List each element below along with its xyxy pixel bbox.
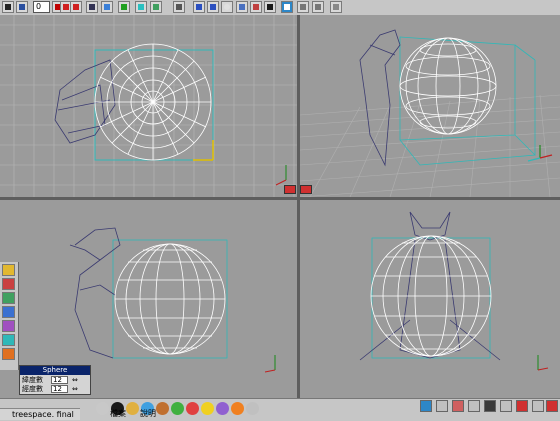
frame-field[interactable]: 0 [33, 1, 50, 13]
viewport-perspective[interactable] [300, 15, 560, 197]
grid-icon[interactable] [86, 1, 98, 13]
panel-title: Sphere [20, 366, 90, 375]
status-bar: treespace. final [0, 408, 80, 420]
viewport-back[interactable] [300, 200, 560, 398]
layers-icon[interactable] [101, 1, 113, 13]
lasso-tool-icon[interactable] [436, 400, 448, 412]
longitude-field[interactable]: 12 [51, 385, 68, 393]
plane-primitive-icon[interactable] [171, 402, 184, 415]
door-icon[interactable] [330, 1, 342, 13]
folder-icon[interactable] [2, 264, 15, 276]
tree-icon[interactable] [2, 292, 15, 304]
viewport-maximize-button[interactable] [284, 185, 296, 194]
light-primitive-icon[interactable] [201, 402, 214, 415]
text-primitive-icon[interactable] [186, 402, 199, 415]
scale-icon[interactable] [264, 1, 276, 13]
main-toolbar: 0 [0, 0, 560, 16]
material-icon[interactable] [2, 320, 15, 332]
select-tool-icon[interactable] [420, 400, 432, 412]
camera-primitive-icon[interactable] [216, 402, 229, 415]
left-toolbar [0, 262, 19, 370]
viewport-back-canvas [359, 211, 549, 371]
viewport-render-button[interactable] [300, 185, 312, 194]
zoom-view-icon[interactable] [500, 400, 512, 412]
cone-primitive-icon[interactable] [156, 402, 169, 415]
latitude-spinner[interactable]: ⇔ [72, 376, 81, 384]
longitude-spinner[interactable]: ⇔ [72, 385, 81, 393]
render-icon[interactable] [2, 278, 15, 290]
motion-icon[interactable] [193, 1, 205, 13]
move-icon[interactable] [236, 1, 248, 13]
magnet-tool-icon[interactable] [452, 400, 464, 412]
light-icon[interactable] [2, 334, 15, 346]
render-icon[interactable] [118, 1, 130, 13]
lathe-primitive-icon[interactable] [246, 402, 259, 415]
rotate-icon[interactable] [250, 1, 262, 13]
morph-icon[interactable] [173, 1, 185, 13]
longitude-label: 經度數 [22, 385, 43, 393]
rotate-view-icon[interactable] [484, 400, 496, 412]
camera-icon[interactable] [150, 1, 162, 13]
pan-tool-icon[interactable] [468, 400, 480, 412]
file-icon[interactable] [2, 1, 14, 13]
trash-icon[interactable] [546, 400, 558, 412]
up-arrow-icon[interactable] [297, 1, 309, 13]
viewport-front[interactable] [0, 15, 297, 197]
viewport-front-canvas [0, 15, 297, 197]
save-icon[interactable] [16, 1, 28, 13]
undo-icon[interactable] [516, 400, 528, 412]
sphere-icon[interactable] [221, 1, 233, 13]
shape-icon[interactable] [2, 348, 15, 360]
particle-primitive-icon[interactable] [231, 402, 244, 415]
texture-icon[interactable] [2, 306, 15, 318]
latitude-field[interactable]: 12 [51, 376, 68, 384]
delete-icon[interactable] [532, 400, 544, 412]
light-icon[interactable] [135, 1, 147, 13]
viewport-divider-horizontal[interactable] [0, 197, 560, 200]
menu-file[interactable]: 檔案 [110, 409, 126, 419]
viewport-divider-vertical[interactable] [297, 15, 300, 398]
down-arrow-icon[interactable] [312, 1, 324, 13]
view-4-icon[interactable] [281, 1, 293, 13]
viewport-perspective-canvas [300, 29, 560, 197]
sphere-panel: Sphere 緯度數 12 ⇔ 經度數 12 ⇔ [19, 365, 91, 395]
object-icon[interactable] [207, 1, 219, 13]
step-icon[interactable] [70, 1, 82, 13]
menu-help[interactable]: 說明 [140, 409, 156, 419]
torus-primitive-icon[interactable] [126, 402, 139, 415]
sphere-primitive-icon[interactable] [96, 402, 109, 415]
latitude-label: 緯度數 [22, 376, 43, 384]
